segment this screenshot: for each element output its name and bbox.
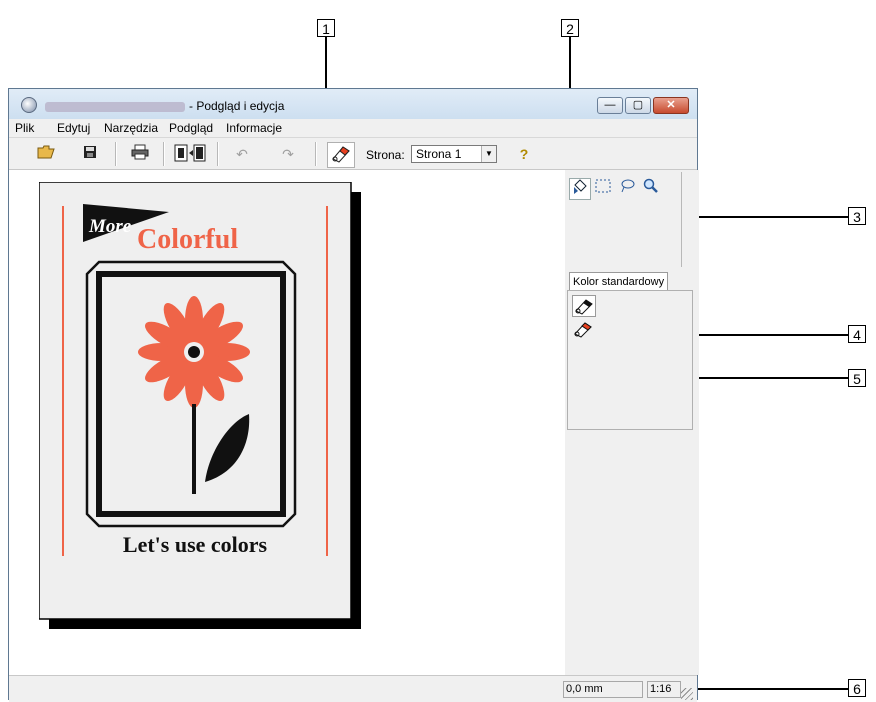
minimize-icon: — [604, 99, 616, 111]
callout-5: 5 [848, 369, 866, 387]
maximize-icon: ▢ [632, 99, 644, 111]
app-window: - Podgląd i edycja — ▢ ✕ Plik Edytuj Nar… [8, 88, 699, 702]
preview-canvas[interactable]: More Colorful Let's use colors [9, 170, 566, 675]
menu-edytuj[interactable]: Edytuj [57, 121, 90, 135]
color-panel [567, 290, 693, 430]
status-bar: 0,0 mm 1:16 [9, 675, 697, 702]
rectangle-select-tool[interactable] [593, 178, 613, 198]
red-pen-swatch[interactable] [572, 319, 594, 339]
callout-6-leader [686, 688, 848, 690]
toolbar: ↶ ↷ Strona: Strona 1 ▼ ? [9, 137, 697, 170]
paint-bucket-tool[interactable] [569, 178, 591, 200]
page-select[interactable]: Strona 1 ▼ [411, 145, 497, 163]
tool-panel: Kolor standardowy [565, 170, 699, 675]
colorful-heading: Colorful [137, 224, 238, 255]
callout-4: 4 [848, 325, 866, 343]
callout-6: 6 [848, 679, 866, 697]
title-bar[interactable]: - Podgląd i edycja — ▢ ✕ [9, 89, 697, 119]
open-folder-icon [37, 145, 55, 159]
open-button[interactable] [35, 144, 57, 164]
rectangle-select-icon [595, 179, 611, 193]
black-pen-swatch[interactable] [572, 295, 596, 317]
page-layout-button[interactable] [173, 144, 207, 164]
callout-3: 3 [848, 207, 866, 225]
page-select-value: Strona 1 [416, 147, 462, 161]
undo-button[interactable]: ↶ [231, 144, 253, 164]
page-label: Strona: [366, 148, 405, 162]
chevron-down-icon: ▼ [481, 146, 496, 162]
print-button[interactable] [129, 144, 151, 164]
save-button[interactable] [79, 144, 101, 164]
window-title: - Podgląd i edycja [45, 99, 284, 113]
menu-bar: Plik Edytuj Narzędzia Podgląd Informacje [9, 119, 697, 137]
color-eraser-button[interactable] [327, 142, 355, 168]
magnifier-icon [643, 178, 658, 193]
resize-grip-icon[interactable] [681, 688, 693, 700]
app-icon [21, 97, 37, 113]
callout-2: 2 [561, 19, 579, 37]
callout-1: 1 [317, 19, 335, 37]
eraser-pen-icon [332, 146, 350, 163]
black-pen-icon [575, 299, 593, 315]
page-layout-icon [174, 144, 206, 162]
lasso-tool[interactable] [617, 178, 637, 198]
help-button[interactable]: ? [513, 144, 535, 164]
close-icon: ✕ [666, 99, 676, 111]
maximize-button[interactable]: ▢ [625, 97, 651, 114]
blurred-document-name [45, 101, 185, 112]
tab-standard-color[interactable]: Kolor standardowy [569, 272, 669, 291]
page-preview: More Colorful Let's use colors [39, 182, 361, 629]
tool-strip [567, 172, 682, 267]
menu-informacje[interactable]: Informacje [226, 121, 282, 135]
lasso-icon [621, 179, 635, 193]
minimize-button[interactable]: — [597, 97, 623, 114]
window-title-suffix: - Podgląd i edycja [189, 99, 285, 113]
cursor-position: 0,0 mm [563, 681, 643, 698]
toolbar-separator [163, 142, 165, 166]
menu-podglad[interactable]: Podgląd [169, 121, 213, 135]
toolbar-separator [115, 142, 117, 166]
zoom-tool[interactable] [641, 178, 661, 198]
save-disk-icon [84, 146, 96, 158]
redo-button[interactable]: ↷ [277, 144, 299, 164]
printer-icon [131, 144, 149, 160]
caption-text: Let's use colors [123, 532, 268, 557]
menu-plik[interactable]: Plik [15, 121, 34, 135]
close-button[interactable]: ✕ [653, 97, 689, 114]
paint-bucket-icon [574, 179, 587, 194]
pennant-text: More [88, 216, 132, 237]
menu-narzedzia[interactable]: Narzędzia [104, 121, 158, 135]
toolbar-separator [217, 142, 219, 166]
red-pen-icon [574, 322, 592, 338]
toolbar-separator [315, 142, 317, 166]
zoom-ratio: 1:16 [647, 681, 681, 698]
